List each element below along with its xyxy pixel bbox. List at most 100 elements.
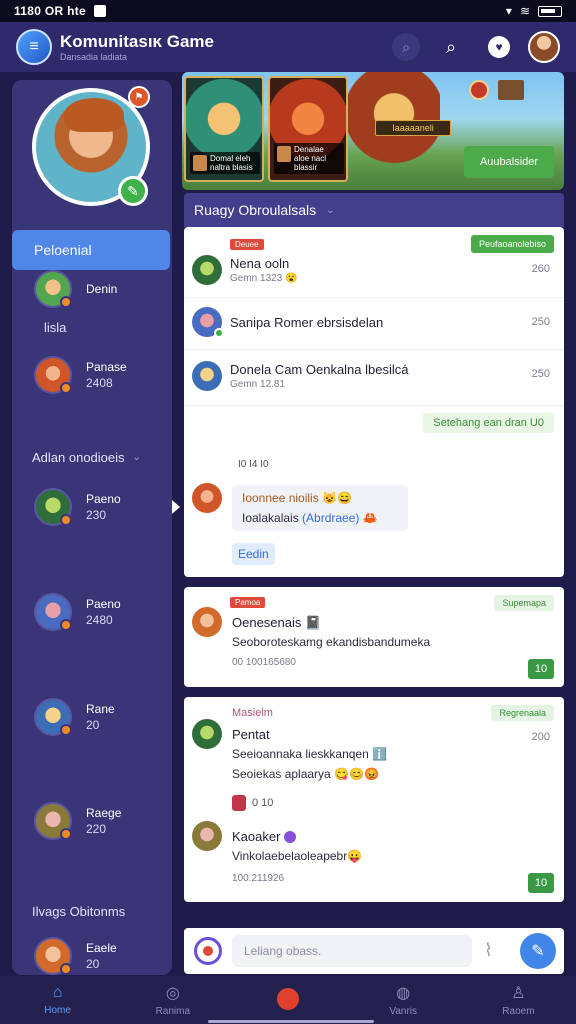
user-avatar[interactable] xyxy=(528,31,560,63)
search-icon[interactable]: ⌕ xyxy=(434,30,468,64)
feed-row[interactable]: Nena ooln Gemn 1323 😮 xyxy=(192,255,298,285)
emoji-icon[interactable] xyxy=(194,937,222,965)
banner-cta-button[interactable]: Auubalsider xyxy=(464,146,554,178)
status-icons: ▾ ≋ xyxy=(506,4,562,18)
message-timestamp: I0 I4 I0 xyxy=(238,459,269,470)
comment-name: Kaoaker xyxy=(232,829,281,844)
comment-author-name: Kaoaker xyxy=(232,829,297,844)
nav-label: Ranima xyxy=(155,1006,191,1017)
nav-label: Home xyxy=(44,1005,71,1016)
chevron-down-icon: ⌄ xyxy=(326,204,335,216)
count-badge: 10 xyxy=(528,659,554,679)
feed-header[interactable]: Ruagy Obroulalsals ⌄ xyxy=(184,193,564,227)
nav-search[interactable]: ◎ Ranima xyxy=(115,976,230,1024)
status-time: 1180 OR hte xyxy=(14,4,87,18)
sidebar-friend-row[interactable]: Panase 2408 xyxy=(34,356,127,394)
message-text: Ioalakalais xyxy=(242,511,299,525)
member-name: Sanipa Romer ebrsisdelan xyxy=(230,314,384,330)
sidebar-friend-row[interactable]: Paeno 2480 xyxy=(34,593,121,631)
nav-games[interactable]: ◍ Vanris xyxy=(346,976,461,1024)
friend-name: Paeno xyxy=(86,492,121,506)
reply-button[interactable]: Eedin xyxy=(232,543,275,565)
hero-card[interactable]: Domal eleh naltra blasis xyxy=(184,76,264,182)
message-composer: ⌇ ✎ xyxy=(184,928,564,974)
friend-name: Raege xyxy=(86,806,122,820)
online-dot-icon xyxy=(214,328,224,338)
sidebar-friend-row[interactable]: Raege 220 xyxy=(34,802,121,840)
message-line: Ioonnee nioilis 😺😄 xyxy=(242,491,352,505)
favorites-button[interactable]: ♥ xyxy=(482,30,516,64)
nav-home[interactable]: ⌂ Home xyxy=(0,976,115,1024)
hero-card-label: Denalae aloe nacl blassir xyxy=(274,143,344,174)
gamepad-icon: ◍ xyxy=(396,985,411,1002)
level-badge-icon xyxy=(60,828,72,840)
message-line: Ioalakalais (Abrdraee) 🦀 xyxy=(242,511,398,525)
member-avatar xyxy=(192,361,222,391)
feed-row[interactable]: Donela Cam Oenkalna lbesilcá Gemn 12.81 xyxy=(192,361,408,391)
feed-panel: Deuee Peufaoanolebiso Nena ooln Gemn 132… xyxy=(184,227,564,577)
row-time: 260 xyxy=(531,263,550,275)
edit-profile-icon[interactable]: ✎ xyxy=(118,176,148,206)
divider xyxy=(184,405,564,406)
sidebar-friend-row[interactable]: Eaele 20 xyxy=(34,937,117,975)
sidebar-item-active[interactable]: Peloenial xyxy=(12,230,170,270)
member-name: Nena ooln xyxy=(230,256,290,271)
message-link[interactable]: (Abrdraee) xyxy=(302,511,359,525)
reaction-chip[interactable]: 0 10 xyxy=(232,795,273,811)
status-badge: Peufaoanolebiso xyxy=(470,235,554,253)
friend-sub: 2480 xyxy=(86,613,113,627)
sidebar-section-header[interactable]: Ilvags Obitonms xyxy=(32,904,125,919)
banner-signpost-icon xyxy=(498,80,524,100)
sidebar: ⚑ ✎ Peloenial Denin lisla Panase 2408 Ad… xyxy=(12,80,172,975)
sidebar-friend-row[interactable]: Paeno 230 xyxy=(34,488,121,526)
banner-tag: Iaaaaaneli xyxy=(375,120,451,136)
app-header: ≡ Komunitasıĸ Game Dansadia ladiata ⌕ ⌕ … xyxy=(0,22,576,72)
header-search-field-icon[interactable]: ⌕ xyxy=(392,33,420,61)
nav-profile[interactable]: ♙ Raoem xyxy=(461,976,576,1024)
send-button[interactable]: ✎ xyxy=(520,933,556,969)
game-banner[interactable]: Domal eleh naltra blasis Denalae aloe na… xyxy=(182,72,564,190)
hero-card[interactable]: Denalae aloe nacl blassir xyxy=(268,76,348,182)
selection-pointer-icon xyxy=(172,500,180,514)
friend-sub: 220 xyxy=(86,822,107,836)
post-card[interactable]: Pamoa Supemapa Oenesenais 📓 Seoboroteska… xyxy=(184,587,564,687)
post-line: Seeioannaka lieskkanqen ℹ️ xyxy=(232,747,388,761)
home-indicator xyxy=(208,1020,374,1023)
battery-icon xyxy=(538,5,562,17)
home-icon: ⌂ xyxy=(52,984,63,1001)
heart-icon: ♥ xyxy=(488,36,510,58)
sidebar-section-header[interactable]: Adlan onodioeis ⌄ xyxy=(32,450,141,465)
post-card[interactable]: Masielm Regrenaala 200 Pentat Seeioannak… xyxy=(184,697,564,902)
divider xyxy=(184,349,564,350)
tag-badge: Pamoa xyxy=(230,597,266,608)
comment-avatar xyxy=(192,821,222,851)
count-badge: 10 xyxy=(528,873,554,893)
message-input[interactable] xyxy=(232,935,472,967)
friend-avatar xyxy=(34,698,72,736)
friend-avatar xyxy=(34,488,72,526)
feed-title: Ruagy Obroulalsals xyxy=(194,202,317,218)
friend-sub: 20 xyxy=(86,718,100,732)
reaction-count: 0 10 xyxy=(252,797,274,809)
section-label: Ilvags Obitonms xyxy=(32,904,126,919)
feed-row[interactable]: Sanipa Romer ebrsisdelan xyxy=(192,307,384,338)
paperclip-icon[interactable]: ⌇ xyxy=(484,940,493,961)
nav-create[interactable] xyxy=(230,976,345,1024)
nav-label: Raoem xyxy=(502,1006,535,1017)
member-avatar xyxy=(192,255,222,285)
app-title: Komunitasıĸ Game xyxy=(60,32,214,51)
message-bubble[interactable]: Ioonnee nioilis 😺😄 Ioalakalais (Abrdraee… xyxy=(232,485,408,531)
app-logo-icon: ≡ xyxy=(16,29,52,65)
comment-author xyxy=(192,821,222,851)
sidebar-friend-row[interactable]: Rane 20 xyxy=(34,698,115,736)
notification-icon xyxy=(94,5,107,17)
member-name: Donela Cam Oenkalna lbesilcá xyxy=(230,362,409,377)
level-badge-icon xyxy=(60,296,72,308)
record-icon xyxy=(277,987,299,1010)
bottom-nav: ⌂ Home ◎ Ranima ◍ Vanris ♙ Raoem xyxy=(0,976,576,1024)
sidebar-friend-row[interactable]: Denin xyxy=(34,270,117,308)
message-author xyxy=(192,483,222,513)
tag-badge: Deuee xyxy=(230,239,264,250)
post-meta: 00 100165680 xyxy=(232,657,296,668)
card-thumbnail-icon xyxy=(277,146,291,162)
